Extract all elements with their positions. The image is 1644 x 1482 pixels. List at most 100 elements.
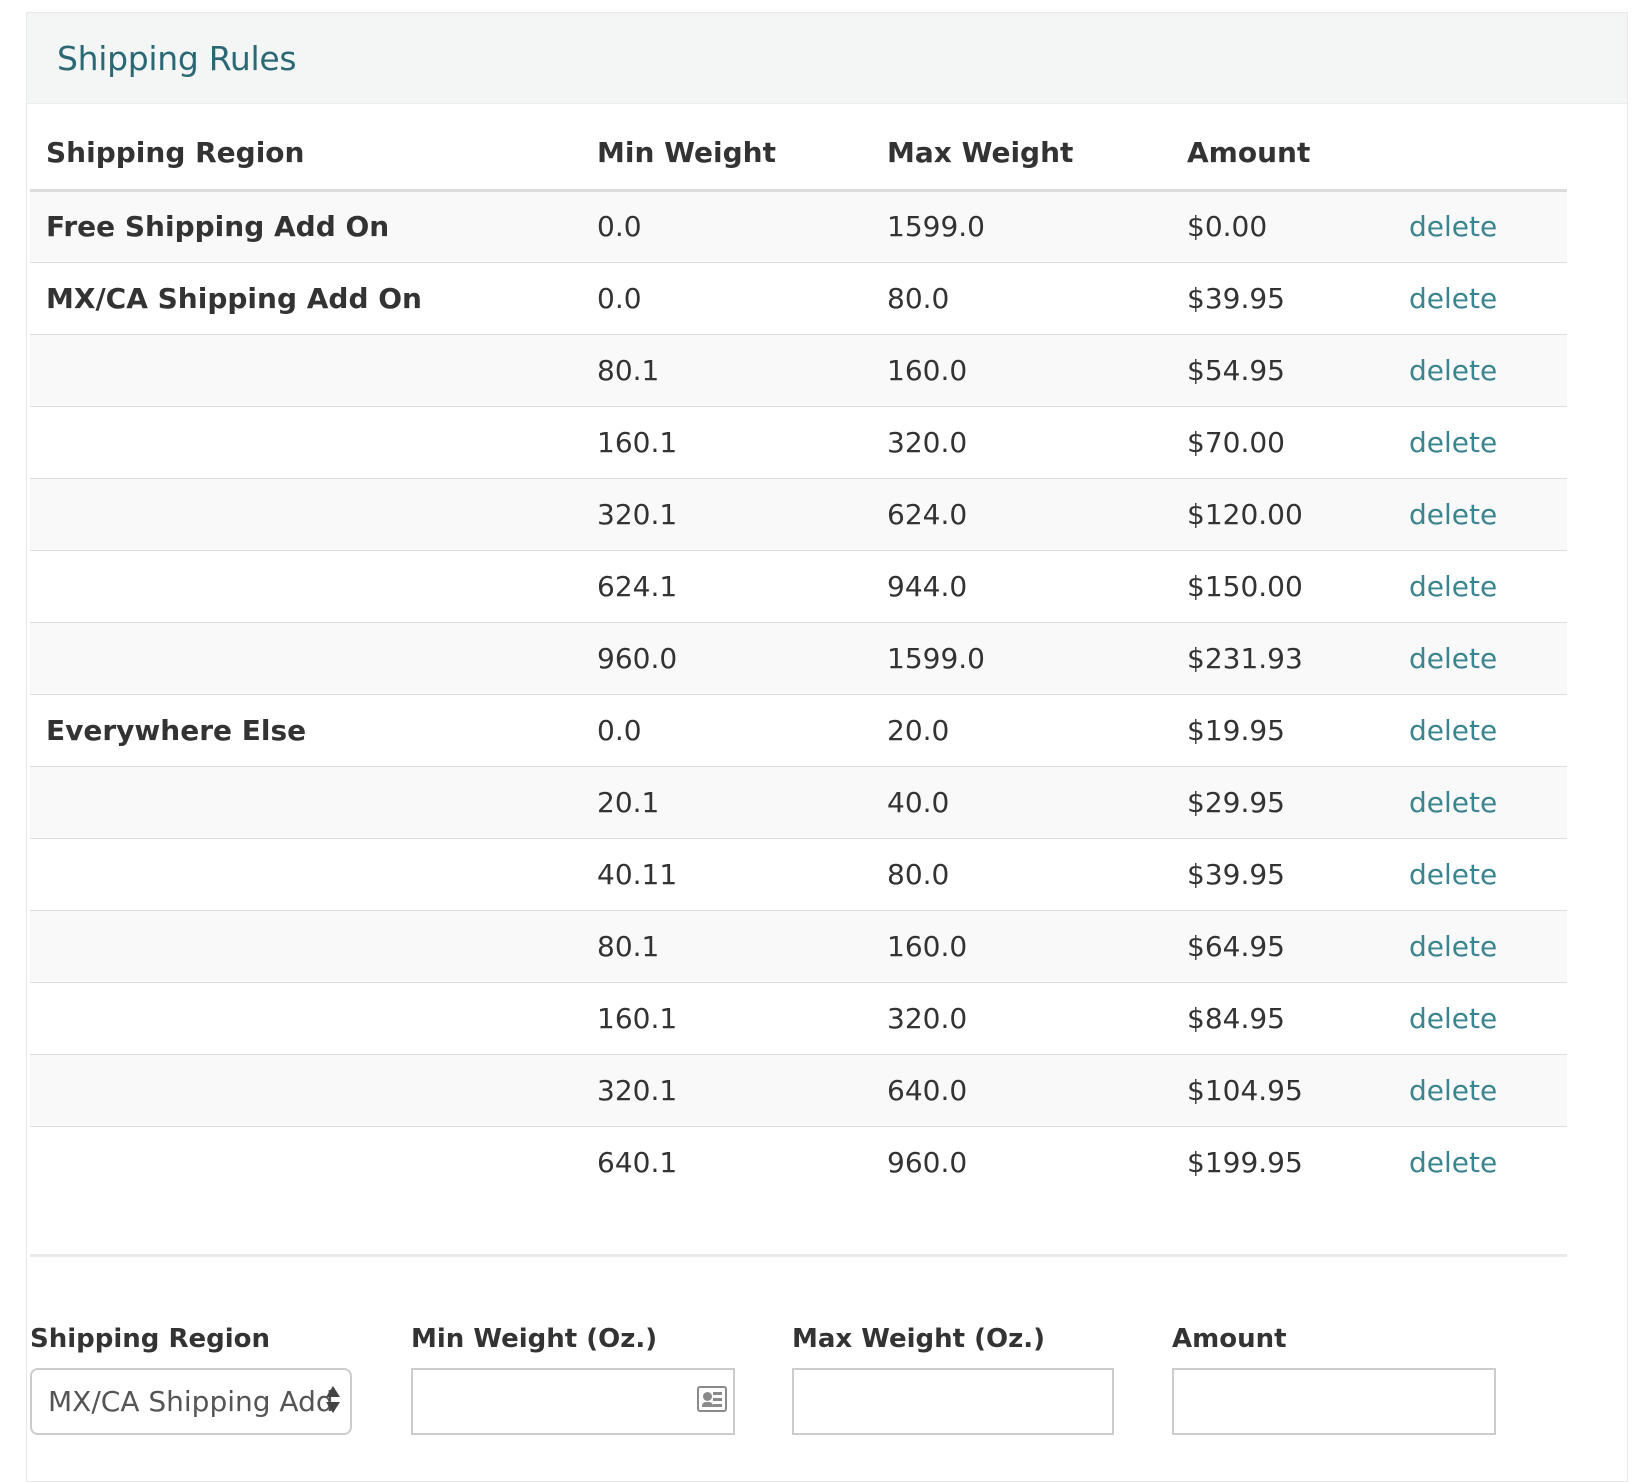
cell-min-weight: 640.1 (597, 1145, 678, 1179)
cell-min-weight: 960.0 (581, 622, 871, 695)
delete-link[interactable]: delete (1409, 1146, 1497, 1179)
cell-min-weight: 40.11 (581, 838, 871, 911)
column-header-max-weight: Max Weight (871, 116, 1171, 192)
cell-amount: $64.95 (1171, 910, 1393, 983)
cell-action: delete (1393, 406, 1567, 479)
cell-amount: $29.95 (1171, 766, 1393, 839)
column-header-min-weight: Min Weight (581, 116, 871, 192)
cell-region (30, 1126, 581, 1198)
cell-action: delete (1393, 694, 1567, 767)
min-weight-input[interactable] (411, 1368, 735, 1435)
max-weight-input[interactable] (792, 1368, 1114, 1435)
cell-action: delete (1393, 838, 1567, 911)
delete-link[interactable]: delete (1409, 1074, 1497, 1107)
cell-region (30, 766, 581, 839)
amount-label: Amount (1172, 1324, 1287, 1354)
delete-link[interactable]: delete (1409, 354, 1497, 387)
table-row: MX/CA Shipping Add On 0.0 80.0 $39.95 delete (30, 262, 1567, 335)
delete-link[interactable]: delete (1409, 1002, 1497, 1035)
section-divider (30, 1254, 1567, 1257)
cell-min-weight: 160.1 (581, 982, 871, 1055)
cell-min-weight: 160.1 (581, 406, 871, 479)
cell-max-weight: 80.0 (871, 838, 1171, 911)
cell-max-weight: 160.0 (871, 910, 1171, 983)
amount-group: Amount (1172, 1320, 1496, 1435)
cell-region (30, 550, 581, 623)
cell-region (30, 334, 581, 407)
cell-amount: $84.95 (1171, 982, 1393, 1055)
cell-max-weight: 320.0 (871, 982, 1171, 1055)
cell-max-weight: 1599.0 (871, 622, 1171, 695)
table-row: Free Shipping Add On 0.0 1599.0 $0.00 delete (30, 190, 1567, 263)
delete-link[interactable]: delete (1409, 858, 1497, 891)
cell-min-weight: 80.1 (581, 334, 871, 407)
min-weight-group: Min Weight (Oz.) (411, 1320, 735, 1435)
cell-action: delete (1393, 1054, 1567, 1127)
delete-link[interactable]: delete (1409, 930, 1497, 963)
cell-action: delete (1393, 910, 1567, 983)
delete-link[interactable]: delete (1409, 498, 1497, 531)
table-row: 320.1 640.0 $104.95 delete (30, 1054, 1567, 1127)
cell-min-weight: 80.1 (581, 910, 871, 983)
delete-link[interactable]: delete (1409, 786, 1497, 819)
cell-region (30, 982, 581, 1055)
cell-region (30, 1054, 581, 1127)
cell-max-weight: 320.0 (871, 406, 1171, 479)
cell-max-weight: 640.0 (871, 1054, 1171, 1127)
region-label: Shipping Region (30, 1324, 271, 1354)
contact-card-icon[interactable] (697, 1386, 727, 1412)
table-row: 640.1 960.0 $199.95 delete (30, 1126, 1567, 1198)
table-row: 320.1 624.0 $120.00 delete (30, 478, 1567, 551)
delete-link[interactable]: delete (1409, 642, 1497, 675)
cell-amount: $104.95 (1171, 1054, 1393, 1127)
cell-action: delete (1393, 550, 1567, 623)
delete-link[interactable]: delete (1409, 426, 1497, 459)
shipping-rules-table: Shipping Region Min Weight Max Weight Am… (30, 116, 1567, 1198)
max-weight-group: Max Weight (Oz.) (792, 1320, 1114, 1435)
cell-region (30, 910, 581, 983)
cell-max-weight: 944.0 (871, 550, 1171, 623)
cell-amount: $199.95 (1187, 1145, 1303, 1179)
cell-action: delete (1393, 190, 1567, 263)
cell-max-weight: 960.0 (887, 1145, 968, 1179)
cell-max-weight: 1599.0 (871, 190, 1171, 263)
sort-arrows-icon (326, 1386, 342, 1420)
cell-min-weight: 0.0 (581, 694, 871, 767)
cell-max-weight: 40.0 (871, 766, 1171, 839)
amount-input[interactable] (1172, 1368, 1496, 1435)
cell-min-weight: 624.1 (581, 550, 871, 623)
cell-amount: $150.00 (1171, 550, 1393, 623)
cell-region: MX/CA Shipping Add On (30, 262, 581, 335)
cell-region: Free Shipping Add On (30, 190, 581, 263)
delete-link[interactable]: delete (1409, 210, 1497, 243)
cell-min-weight: 0.0 (581, 190, 871, 263)
panel-header: Shipping Rules (27, 13, 1627, 104)
column-header-amount: Amount (1171, 116, 1393, 192)
cell-action: delete (1393, 982, 1567, 1055)
cell-amount: $39.95 (1171, 262, 1393, 335)
table-row: 20.1 40.0 $29.95 delete (30, 766, 1567, 839)
cell-action: delete (1393, 622, 1567, 695)
add-rule-form: Shipping Region MX/CA Shipping Add On Mi… (30, 1320, 1567, 1440)
panel-title: Shipping Rules (57, 38, 297, 78)
max-weight-label: Max Weight (Oz.) (792, 1324, 1046, 1354)
cell-amount: $70.00 (1171, 406, 1393, 479)
cell-action: delete (1393, 262, 1567, 335)
region-select-value: MX/CA Shipping Add On (48, 1385, 334, 1418)
table-row: 160.1 320.0 $84.95 delete (30, 982, 1567, 1055)
cell-amount: $54.95 (1171, 334, 1393, 407)
delete-link[interactable]: delete (1409, 714, 1497, 747)
region-select[interactable]: MX/CA Shipping Add On (30, 1368, 352, 1435)
cell-min-weight: 320.1 (581, 478, 871, 551)
cell-min-weight: 320.1 (581, 1054, 871, 1127)
delete-link[interactable]: delete (1409, 570, 1497, 603)
cell-amount: $231.93 (1171, 622, 1393, 695)
cell-action: delete (1393, 478, 1567, 551)
cell-max-weight: 80.0 (871, 262, 1171, 335)
column-header-region: Shipping Region (30, 116, 581, 192)
delete-link[interactable]: delete (1409, 282, 1497, 315)
cell-amount: $39.95 (1171, 838, 1393, 911)
cell-amount: $19.95 (1171, 694, 1393, 767)
table-row: 624.1 944.0 $150.00 delete (30, 550, 1567, 623)
cell-action: delete (1393, 766, 1567, 839)
